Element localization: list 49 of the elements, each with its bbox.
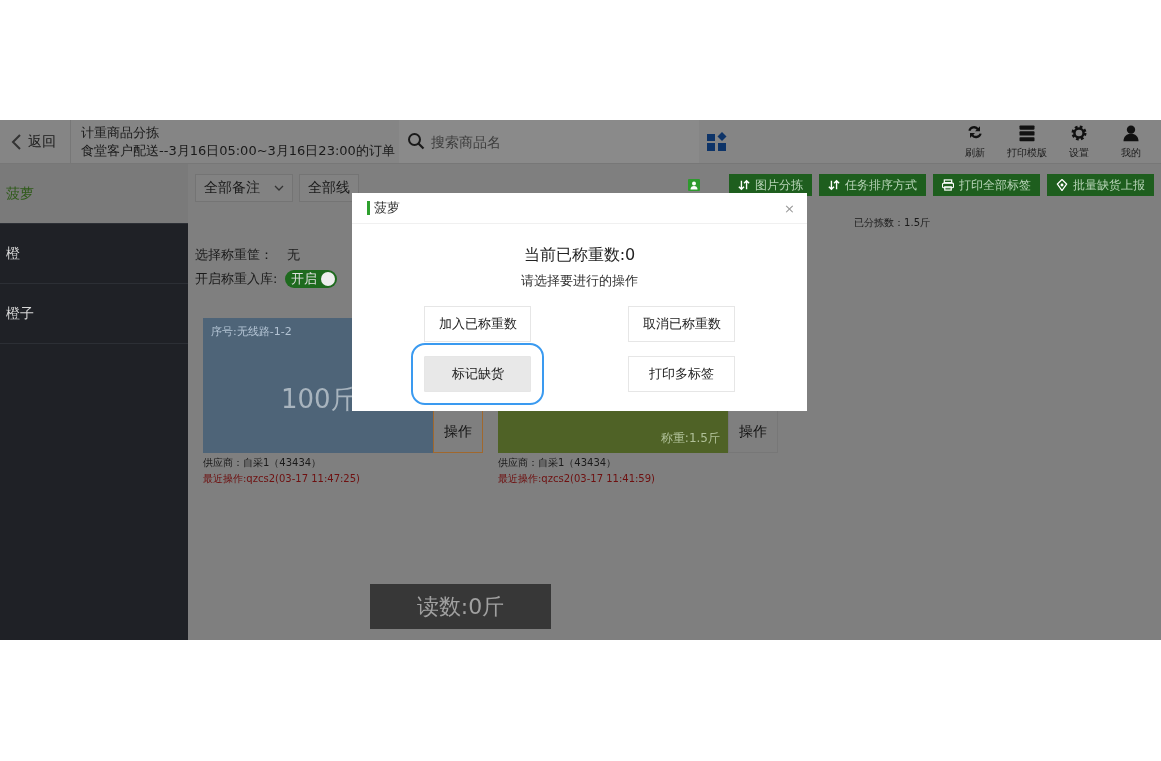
last-operation-text: 最近操作:qzcs2(03-17 11:47:25) (203, 472, 361, 486)
action-button[interactable]: 批量缺货上报 (1047, 174, 1154, 196)
dialog-button[interactable]: 标记缺货 (424, 356, 531, 392)
dialog-prompt: 请选择要进行的操作 (520, 272, 639, 290)
toggle-switch[interactable]: 开启 (285, 270, 338, 288)
serial-label: 序号:无线路-1-2 (211, 324, 293, 339)
toolbar-button[interactable]: 我的 (1105, 123, 1157, 160)
dialog-heading: 当前已称重数:0 (522, 245, 637, 266)
supplier-text: 供应商：自采1（43434） (498, 456, 618, 470)
search-field[interactable]: 搜索商品名 (399, 120, 699, 163)
dialog-button[interactable]: 打印多标签 (628, 356, 735, 392)
sort-icon (738, 179, 750, 191)
dialog-title: 菠萝 (367, 201, 400, 215)
sidebar-item[interactable]: 橙 (0, 224, 188, 284)
action-button[interactable]: 任务排序方式 (819, 174, 926, 196)
page-subtitle: 食堂客户配送--3月16日05:00~3月16日23:00的订单 (81, 141, 396, 160)
basket-label: 选择称重筐： (195, 246, 273, 264)
action-button[interactable]: 图片分拣 (729, 174, 812, 196)
filter-dropdown[interactable]: 全部备注 (195, 174, 293, 202)
diamond-icon (1056, 179, 1068, 191)
back-icon (10, 132, 22, 151)
action-button[interactable]: 打印全部标签 (933, 174, 1040, 196)
storage-label: 开启称重入库: (195, 270, 278, 288)
toolbar-button[interactable]: 刷新 (949, 123, 1001, 160)
weight-value: 100斤 (281, 383, 357, 416)
filter-dropdown[interactable]: 全部线 (299, 174, 359, 202)
toolbar-button[interactable]: 打印模版 (1001, 123, 1053, 160)
sorted-count: 已分拣数：1.5斤 (854, 216, 930, 230)
apps-icon[interactable] (707, 131, 727, 152)
close-button[interactable]: × (784, 200, 795, 216)
back-button[interactable]: 返回 (0, 120, 71, 163)
user-icon[interactable] (688, 179, 700, 191)
scale-reading: 读数:0斤 (370, 584, 551, 629)
search-icon (407, 132, 425, 150)
dialog-button[interactable]: 加入已称重数 (424, 306, 531, 342)
weighed-label: 称重:1.5斤 (660, 430, 720, 447)
basket-value: 无 (287, 246, 300, 264)
toolbar-button[interactable]: 设置 (1053, 123, 1105, 160)
last-operation-text: 最近操作:qzcs2(03-17 11:41:59) (498, 472, 656, 486)
chevron-down-icon (274, 185, 284, 191)
user-icon (1121, 123, 1141, 143)
sort-icon (828, 179, 840, 191)
sidebar-item[interactable]: 橙子 (0, 284, 188, 344)
printer-icon (942, 179, 954, 191)
page-title: 计重商品分拣 (81, 123, 160, 142)
settings-icon (1069, 123, 1089, 143)
dialog-button[interactable]: 取消已称重数 (628, 306, 735, 342)
supplier-text: 供应商：自采1（43434） (203, 456, 323, 470)
stacked-bars-icon (1017, 123, 1037, 143)
